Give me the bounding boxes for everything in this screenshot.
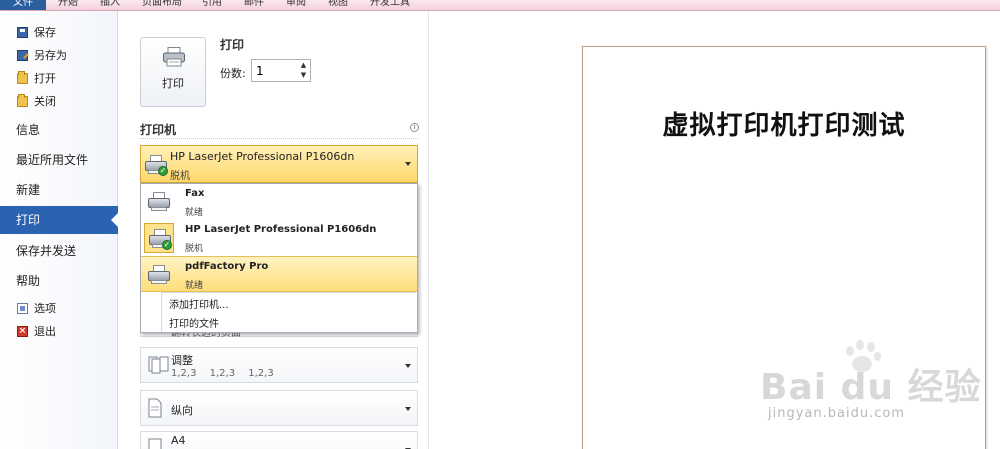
nav-recent[interactable]: 最近所用文件 (0, 146, 118, 174)
tab-review[interactable]: 审阅 (286, 0, 306, 9)
orientation-setting[interactable]: 纵向 (140, 390, 418, 426)
stepper-up-icon[interactable]: ▲ (297, 60, 310, 70)
nav-save[interactable]: 保存 (0, 22, 118, 44)
nav-close[interactable]: 关闭 (0, 91, 118, 113)
printer-section-title: 打印机 (140, 123, 177, 137)
baidu-watermark: Bai du 经验 jingyan.baidu.com (760, 340, 990, 430)
pdffactory-printer-icon (147, 264, 171, 286)
tab-page-layout[interactable]: 页面布局 (142, 0, 182, 9)
nav-help[interactable]: 帮助 (0, 267, 118, 295)
dropdown-gutter-line (161, 292, 162, 332)
portrait-page-icon (148, 398, 162, 418)
copies-label: 份数: (220, 67, 246, 80)
printer-option-status: 就绪 (185, 281, 204, 291)
watermark-url: jingyan.baidu.com (768, 406, 905, 421)
printer-icon (163, 47, 185, 67)
paper-size-setting[interactable]: A4 (140, 431, 418, 449)
nav-open-label: 打开 (34, 72, 56, 85)
info-icon[interactable]: i (410, 123, 419, 132)
save-as-icon (17, 50, 28, 61)
document-title: 虚拟打印机打印测试 (662, 111, 906, 141)
tab-home[interactable]: 开始 (58, 0, 78, 9)
selected-printer-status: 脱机 (170, 171, 190, 182)
tab-view[interactable]: 视图 (328, 0, 348, 9)
printer-option-status: 就绪 (185, 208, 204, 218)
nav-options-label: 选项 (34, 302, 56, 315)
nav-save-and-send[interactable]: 保存并发送 (0, 237, 118, 265)
printer-option-hp[interactable]: ✓ HP LaserJet Professional P1606dn 脱机 (141, 220, 417, 256)
printer-ready-icon: ✓ (144, 154, 168, 176)
collate-detail: 1,2,3 1,2,3 1,2,3 (171, 368, 274, 379)
nav-save-as-label: 另存为 (34, 49, 67, 62)
fax-printer-icon (147, 191, 171, 213)
printer-option-status: 脱机 (185, 244, 204, 254)
orientation-value: 纵向 (171, 404, 193, 417)
selected-printer-name: HP LaserJet Professional P1606dn (170, 150, 355, 163)
ribbon-tab-bar: 文件 开始 插入 页面布局 引用 邮件 审阅 视图 开发工具 (0, 0, 1000, 11)
tab-file[interactable]: 文件 (0, 0, 46, 10)
printer-select[interactable]: ✓ HP LaserJet Professional P1606dn 脱机 (140, 145, 418, 183)
collate-icon (148, 356, 169, 374)
add-printer-link[interactable]: 添加打印机... (169, 296, 229, 311)
tab-mailings[interactable]: 邮件 (244, 0, 264, 9)
nav-print[interactable]: 打印 (0, 206, 119, 234)
printer-option-name: Fax (185, 188, 205, 199)
exit-icon: × (17, 326, 28, 337)
nav-close-label: 关闭 (34, 95, 56, 108)
chevron-down-icon (405, 407, 411, 411)
copies-stepper[interactable]: ▲ ▼ (297, 60, 310, 81)
nav-save-as[interactable]: 另存为 (0, 45, 118, 67)
close-folder-icon (17, 94, 28, 107)
nav-open[interactable]: 打开 (0, 68, 118, 90)
nav-print-label: 打印 (16, 213, 41, 227)
nav-info[interactable]: 信息 (0, 116, 118, 144)
nav-new[interactable]: 新建 (0, 176, 118, 204)
active-pointer-icon (111, 212, 119, 228)
tab-developer[interactable]: 开发工具 (370, 0, 410, 9)
printer-option-name: HP LaserJet Professional P1606dn (185, 224, 377, 235)
tab-insert[interactable]: 插入 (100, 0, 120, 9)
section-divider (140, 138, 418, 139)
print-section-title: 打印 (220, 38, 245, 52)
collate-setting[interactable]: 调整 1,2,3 1,2,3 1,2,3 (140, 347, 418, 383)
options-icon (17, 303, 28, 314)
chevron-down-icon (405, 162, 411, 166)
nav-exit[interactable]: × 退出 (0, 321, 118, 343)
printer-option-name: pdfFactory Pro (185, 261, 269, 272)
nav-exit-label: 退出 (34, 325, 56, 338)
backstage-nav: 保存 另存为 打开 关闭 信息 最近所用文件 新建 打印 保存并发送 帮助 选项… (0, 11, 119, 449)
print-button[interactable]: 打印 (140, 37, 206, 107)
save-icon (17, 27, 28, 38)
watermark-brand: Bai du 经验 (760, 367, 982, 408)
printer-dropdown-list: Fax 就绪 ✓ HP LaserJet Professional P1606d… (140, 183, 418, 333)
collate-title: 调整 (171, 354, 193, 367)
print-button-label: 打印 (162, 77, 184, 90)
printer-option-fax[interactable]: Fax 就绪 (141, 184, 417, 220)
nav-options[interactable]: 选项 (0, 298, 118, 320)
nav-save-label: 保存 (34, 26, 56, 39)
dropdown-divider (161, 292, 416, 293)
chevron-down-icon (405, 364, 411, 368)
paper-icon (148, 438, 162, 449)
printer-option-pdffactory[interactable]: pdfFactory Pro 就绪 (141, 256, 417, 292)
stepper-down-icon[interactable]: ▼ (297, 70, 310, 80)
print-to-file-option[interactable]: 打印的文件 (169, 315, 219, 330)
tab-references[interactable]: 引用 (202, 0, 222, 9)
open-folder-icon (17, 71, 28, 84)
paper-size-value: A4 (171, 434, 186, 447)
hp-printer-icon: ✓ (148, 228, 172, 250)
